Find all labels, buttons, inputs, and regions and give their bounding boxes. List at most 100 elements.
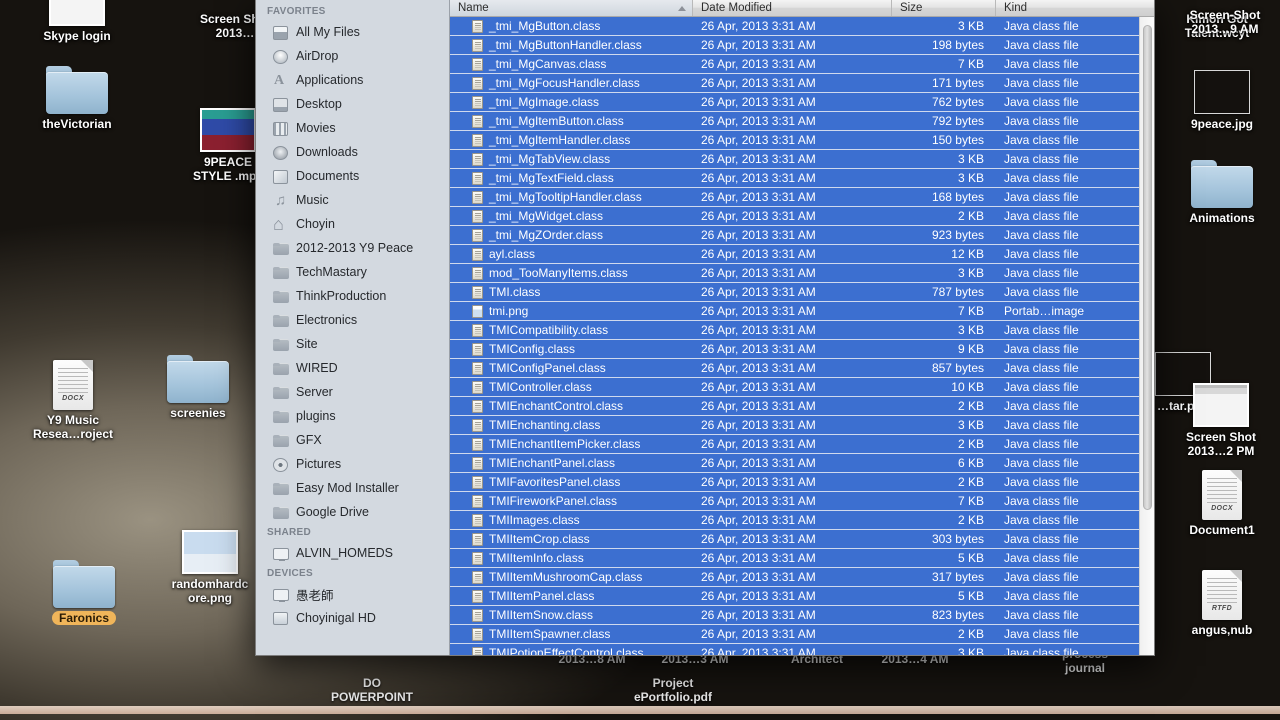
file-name-cell[interactable]: _tmi_MgFocusHandler.class [450, 74, 693, 92]
sidebar-item-music[interactable]: Music [256, 188, 449, 212]
file-row[interactable]: _tmi_MgButtonHandler.class 26 Apr, 2013 3… [450, 36, 1154, 55]
sidebar-item-wired[interactable]: WIRED [256, 356, 449, 380]
sidebar-item-techmastary[interactable]: TechMastary [256, 260, 449, 284]
sidebar-item-server[interactable]: Server [256, 380, 449, 404]
file-name-cell[interactable]: _tmi_MgImage.class [450, 93, 693, 111]
dock-item-label[interactable]: Project ePortfolio.pdf [608, 676, 738, 704]
column-header-row[interactable]: Name Date Modified Size Kind [450, 0, 1154, 17]
file-name-cell[interactable]: TMIItemPanel.class [450, 587, 693, 605]
file-name-cell[interactable]: TMIImages.class [450, 511, 693, 529]
file-name-cell[interactable]: _tmi_MgItemButton.class [450, 112, 693, 130]
file-name-cell[interactable]: TMIItemSnow.class [450, 606, 693, 624]
desktop-icon[interactable]: Screen Shot 2013…2 PM [1166, 383, 1276, 458]
sidebar-item-applications[interactable]: Applications [256, 68, 449, 92]
vertical-scrollbar-thumb[interactable] [1143, 25, 1152, 510]
file-name-cell[interactable]: _tmi_MgButtonHandler.class [450, 36, 693, 54]
file-name-cell[interactable]: _tmi_MgWidget.class [450, 207, 693, 225]
sidebar-item-pictures[interactable]: Pictures [256, 452, 449, 476]
file-row[interactable]: TMIItemPanel.class 26 Apr, 2013 3:31 AM 5 … [450, 587, 1154, 606]
sidebar-item-easy-mod-installer[interactable]: Easy Mod Installer [256, 476, 449, 500]
file-name-cell[interactable]: _tmi_MgTooltipHandler.class [450, 188, 693, 206]
file-name-cell[interactable]: _tmi_MgCanvas.class [450, 55, 693, 73]
sidebar-item-documents[interactable]: Documents [256, 164, 449, 188]
sidebar-item-alvin-homeds[interactable]: ALVIN_HOMEDS [256, 541, 449, 565]
desktop-icon[interactable]: Skype login [22, 0, 132, 43]
file-row[interactable]: TMIItemInfo.class 26 Apr, 2013 3:31 AM 5 K… [450, 549, 1154, 568]
file-row[interactable]: TMIItemMushroomCap.class 26 Apr, 2013 3:3… [450, 568, 1154, 587]
sidebar-item-choyin[interactable]: Choyin [256, 212, 449, 236]
file-name-cell[interactable]: TMIItemSpawner.class [450, 625, 693, 643]
file-row[interactable]: mod_TooManyItems.class 26 Apr, 2013 3:31 … [450, 264, 1154, 283]
file-row[interactable]: TMIEnchantItemPicker.class 26 Apr, 2013 3… [450, 435, 1154, 454]
sidebar-item-all-my-files[interactable]: All My Files [256, 20, 449, 44]
sidebar-item-electronics[interactable]: Electronics [256, 308, 449, 332]
file-name-cell[interactable]: TMIEnchanting.class [450, 416, 693, 434]
sidebar-item-thinkproduction[interactable]: ThinkProduction [256, 284, 449, 308]
file-row[interactable]: TMIItemSnow.class 26 Apr, 2013 3:31 AM 823… [450, 606, 1154, 625]
file-name-cell[interactable]: TMIPotionEffectControl.class [450, 644, 693, 655]
sidebar-item-downloads[interactable]: Downloads [256, 140, 449, 164]
sidebar-item-movies[interactable]: Movies [256, 116, 449, 140]
file-row[interactable]: TMIEnchanting.class 26 Apr, 2013 3:31 AM 3… [450, 416, 1154, 435]
desktop-icon[interactable]: theVictorian [22, 66, 132, 131]
file-name-cell[interactable]: _tmi_MgZOrder.class [450, 226, 693, 244]
desktop-icon[interactable]: Faronics [29, 560, 139, 625]
file-name-cell[interactable]: TMIEnchantItemPicker.class [450, 435, 693, 453]
file-row[interactable]: TMI.class 26 Apr, 2013 3:31 AM 787 bytes Ja… [450, 283, 1154, 302]
sidebar-item-site[interactable]: Site [256, 332, 449, 356]
column-header-kind[interactable]: Kind [996, 0, 1154, 16]
sidebar-item-[interactable]: 愚老師 [256, 582, 449, 606]
file-name-cell[interactable]: TMIItemMushroomCap.class [450, 568, 693, 586]
column-header-size[interactable]: Size [892, 0, 996, 16]
vertical-scrollbar[interactable] [1139, 17, 1154, 655]
file-name-cell[interactable]: TMI.class [450, 283, 693, 301]
desktop-icon[interactable]: Animations [1167, 160, 1277, 225]
file-row[interactable]: _tmi_MgItemHandler.class 26 Apr, 2013 3:3… [450, 131, 1154, 150]
file-row[interactable]: _tmi_MgCanvas.class 26 Apr, 2013 3:31 AM 7… [450, 55, 1154, 74]
file-row[interactable]: TMIItemCrop.class 26 Apr, 2013 3:31 AM 303… [450, 530, 1154, 549]
file-row[interactable]: TMIConfig.class 26 Apr, 2013 3:31 AM 9 KB J… [450, 340, 1154, 359]
file-name-cell[interactable]: TMIConfigPanel.class [450, 359, 693, 377]
file-name-cell[interactable]: TMIConfig.class [450, 340, 693, 358]
desktop-icon[interactable]: 9peace.jpg [1167, 70, 1277, 131]
sidebar-item-choyinigal-hd[interactable]: Choyinigal HD [256, 606, 449, 630]
file-row[interactable]: TMIController.class 26 Apr, 2013 3:31 AM 1… [450, 378, 1154, 397]
dock-item-label[interactable]: DO POWERPOINT [307, 676, 437, 704]
file-row[interactable]: ayl.class 26 Apr, 2013 3:31 AM 12 KB Java c… [450, 245, 1154, 264]
finder-window[interactable]: FAVORITES All My Files AirDrop Applications… [255, 0, 1155, 656]
file-row[interactable]: _tmi_MgButton.class 26 Apr, 2013 3:31 AM 3… [450, 17, 1154, 36]
file-row[interactable]: _tmi_MgTabView.class 26 Apr, 2013 3:31 AM… [450, 150, 1154, 169]
file-name-cell[interactable]: TMIItemInfo.class [450, 549, 693, 567]
sidebar-item-gfx[interactable]: GFX [256, 428, 449, 452]
file-name-cell[interactable]: _tmi_MgItemHandler.class [450, 131, 693, 149]
file-name-cell[interactable]: TMIEnchantControl.class [450, 397, 693, 415]
dock-strip[interactable] [0, 706, 1280, 714]
desktop-icon[interactable]: screenies [143, 355, 253, 420]
file-name-cell[interactable]: TMIEnchantPanel.class [450, 454, 693, 472]
file-row[interactable]: TMIItemSpawner.class 26 Apr, 2013 3:31 AM… [450, 625, 1154, 644]
desktop-icon[interactable]: DOCX Y9 Music Resea…roject [18, 360, 128, 441]
file-row[interactable]: TMIPotionEffectControl.class 26 Apr, 2013… [450, 644, 1154, 655]
finder-list-pane[interactable]: Name Date Modified Size Kind _tmi_MgButton.… [450, 0, 1154, 655]
file-name-cell[interactable]: mod_TooManyItems.class [450, 264, 693, 282]
file-name-cell[interactable]: tmi.png [450, 302, 693, 320]
file-row[interactable]: TMIImages.class 26 Apr, 2013 3:31 AM 2 KB J… [450, 511, 1154, 530]
file-name-cell[interactable]: TMIController.class [450, 378, 693, 396]
file-name-cell[interactable]: TMIFireworkPanel.class [450, 492, 693, 510]
sidebar-item-2012-2013-y9-peace[interactable]: 2012-2013 Y9 Peace [256, 236, 449, 260]
sidebar-item-desktop[interactable]: Desktop [256, 92, 449, 116]
sidebar-item-airdrop[interactable]: AirDrop [256, 44, 449, 68]
file-name-cell[interactable]: _tmi_MgTabView.class [450, 150, 693, 168]
desktop-icon[interactable]: RTFD angus,nub [1167, 570, 1277, 637]
file-row[interactable]: TMIFireworkPanel.class 26 Apr, 2013 3:31 … [450, 492, 1154, 511]
desktop-icon[interactable]: randomhardc ore.png [155, 530, 265, 605]
file-row[interactable]: TMIEnchantControl.class 26 Apr, 2013 3:31… [450, 397, 1154, 416]
file-row[interactable]: _tmi_MgWidget.class 26 Apr, 2013 3:31 AM 2… [450, 207, 1154, 226]
file-row[interactable]: TMIEnchantPanel.class 26 Apr, 2013 3:31 A… [450, 454, 1154, 473]
file-row[interactable]: _tmi_MgTextField.class 26 Apr, 2013 3:31 … [450, 169, 1154, 188]
file-name-cell[interactable]: _tmi_MgButton.class [450, 17, 693, 35]
file-row[interactable]: TMICompatibility.class 26 Apr, 2013 3:31 … [450, 321, 1154, 340]
file-row[interactable]: _tmi_MgZOrder.class 26 Apr, 2013 3:31 AM 9… [450, 226, 1154, 245]
file-row[interactable]: _tmi_MgItemButton.class 26 Apr, 2013 3:31… [450, 112, 1154, 131]
column-header-name[interactable]: Name [450, 0, 693, 16]
